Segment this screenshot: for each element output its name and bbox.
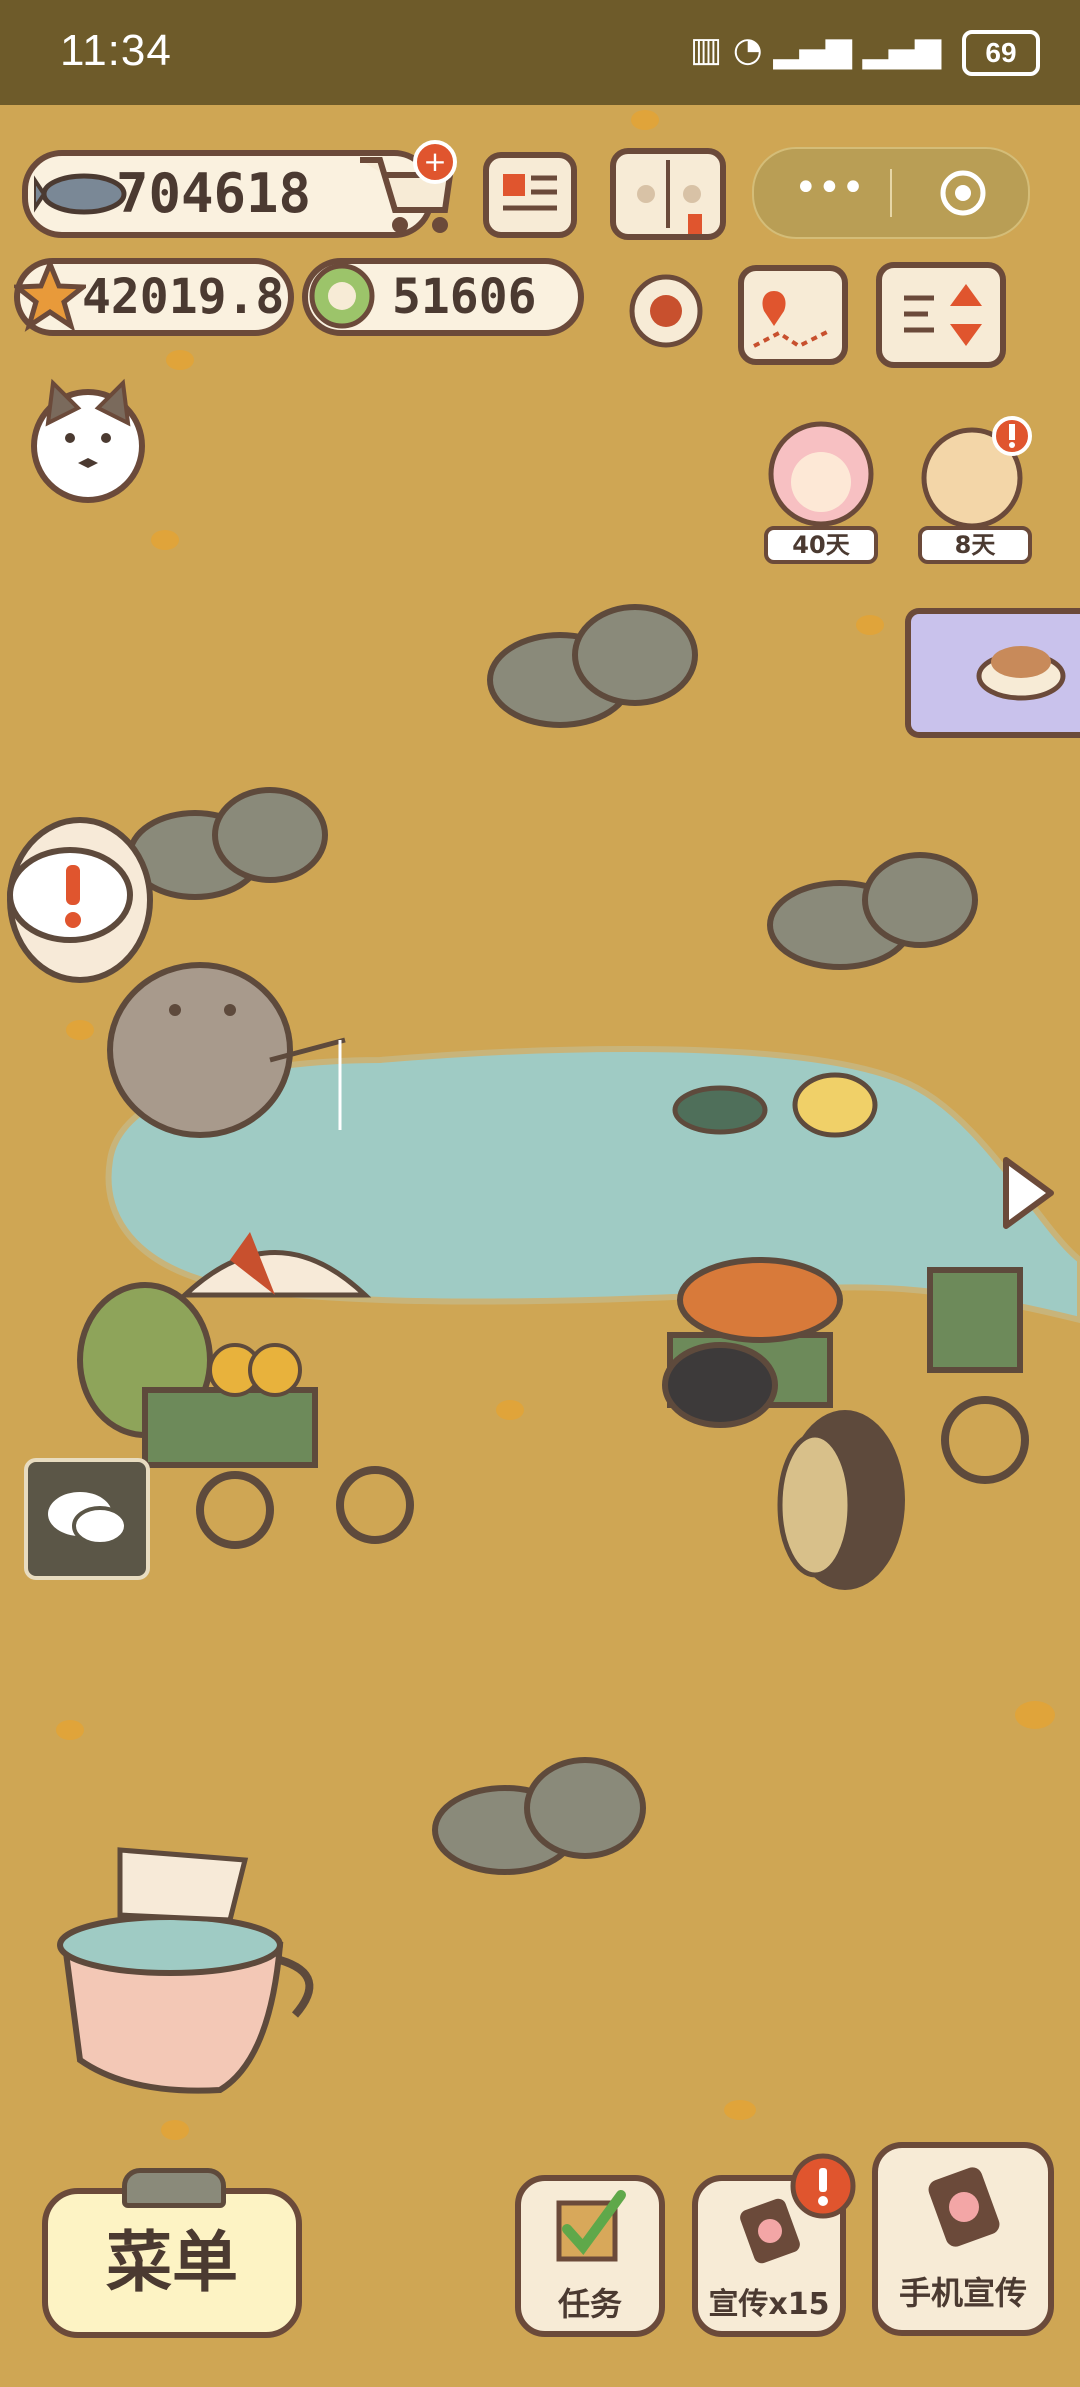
alert-badge-icon — [788, 2151, 858, 2221]
teacup-bath — [57, 1847, 314, 2094]
event-mermaid[interactable]: 40天 — [762, 412, 880, 564]
target-icon[interactable] — [939, 169, 987, 217]
phone-promote-button[interactable]: 手机宣传 — [872, 2142, 1054, 2336]
cart-plus-icon[interactable]: + — [350, 140, 460, 240]
star-icon — [10, 257, 90, 349]
paw-book-icon — [637, 160, 702, 234]
hedgehog-vendor — [662, 1257, 1029, 1590]
menu-label: 菜单 — [106, 2224, 238, 2301]
coin-currency[interactable]: 51606 — [302, 258, 584, 336]
notice-icon — [503, 174, 557, 211]
map-icon — [753, 291, 830, 349]
phone-promote-label: 手机宣传 — [898, 2274, 1027, 2312]
battery-icon: 69 — [962, 30, 1040, 76]
event-timer-8: 8天 — [918, 526, 1032, 564]
signal-icons: ▥ ◔ ▂▄▆ ▂▄▆ — [690, 30, 942, 70]
rock-4 — [432, 1757, 646, 1875]
mini-program-capsule: ••• — [752, 147, 1030, 239]
rock-3 — [767, 852, 978, 970]
tasks-label: 任务 — [557, 2285, 622, 2323]
star-currency[interactable]: 42019.8 — [10, 257, 294, 336]
star-count: 42019.8 — [82, 269, 285, 325]
capsule-divider — [890, 169, 892, 217]
menu-button[interactable]: 菜单 — [42, 2168, 302, 2338]
arrow-right-icon[interactable] — [996, 1150, 1062, 1236]
fish-count: 704618 — [116, 162, 312, 225]
phone-promo-icon — [928, 2167, 1000, 2247]
promote-label: 宣传x15 — [708, 2287, 830, 2322]
coin-icon — [306, 260, 378, 349]
clipboard-clip — [122, 2168, 226, 2208]
coin-count: 51606 — [392, 269, 537, 325]
event-shiba[interactable]: 8天 — [914, 412, 1034, 564]
chat-icon — [48, 1492, 128, 1546]
tasks-button[interactable]: 任务 — [515, 2175, 665, 2337]
svg-text:+: + — [423, 145, 446, 178]
status-bar: 11:34 ▥ ◔ ▂▄▆ ▂▄▆ 69 — [0, 0, 1080, 105]
notice-button[interactable] — [483, 152, 577, 238]
cat-collection-book-button[interactable] — [610, 148, 726, 240]
rock-2 — [127, 787, 328, 900]
corgi-character — [7, 817, 153, 983]
chat-button[interactable] — [24, 1458, 150, 1580]
sort-icon — [904, 284, 982, 346]
promote-button[interactable]: 宣传x15 — [692, 2153, 856, 2337]
food-bowl-icon — [976, 646, 1066, 701]
settings-icon[interactable] — [620, 265, 712, 357]
checklist-icon — [556, 2190, 626, 2262]
status-time: 11:34 — [60, 26, 172, 75]
event-timer-40: 40天 — [764, 526, 878, 564]
map-button[interactable] — [738, 265, 848, 365]
sort-button[interactable] — [876, 262, 1006, 368]
delivery-banner[interactable] — [905, 608, 1080, 738]
player-avatar[interactable] — [28, 378, 148, 503]
more-icon[interactable]: ••• — [794, 168, 865, 208]
rock-1 — [487, 604, 698, 728]
